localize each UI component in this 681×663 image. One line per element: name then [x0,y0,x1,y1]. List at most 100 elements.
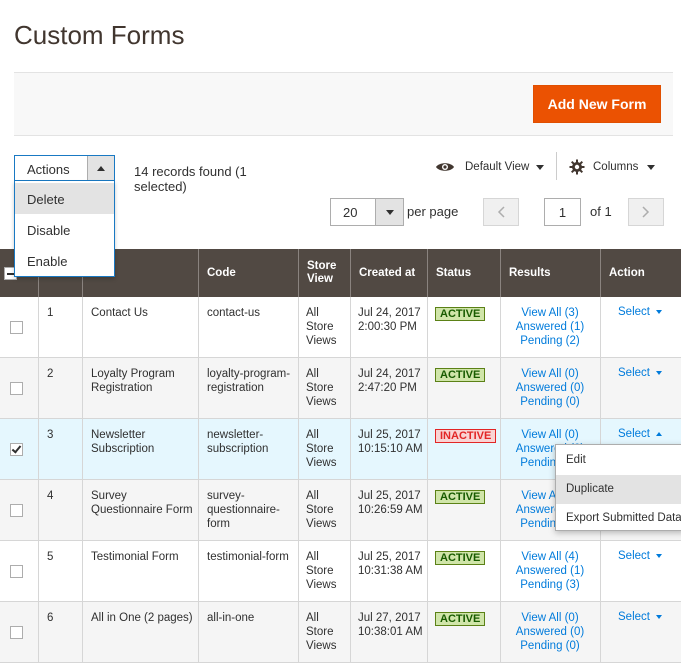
page-title: Custom Forms [14,20,185,50]
row-store-view: All Store Views [306,307,337,347]
answered-link[interactable]: Answered (0) [500,625,600,639]
header-results[interactable]: Results [500,249,600,297]
row-code: testimonial-form [207,551,289,563]
row-code: all-in-one [207,612,255,624]
checkmark-icon [11,443,22,454]
chevron-down-icon[interactable] [375,199,403,225]
table-row: 2 Loyalty Program Registration loyalty-p… [0,358,681,419]
row-id: 3 [47,429,54,441]
status-badge: ACTIVE [435,368,486,382]
chevron-down-icon [655,370,662,375]
pending-link[interactable]: Pending (0) [500,639,600,653]
row-created-at: Jul 24, 2017 2:00:30 PM [358,307,421,333]
status-badge: ACTIVE [435,490,486,504]
row-id: 2 [47,368,54,380]
page-number-input[interactable]: 1 [544,198,581,226]
row-store-view: All Store Views [306,612,337,652]
answered-link[interactable]: Answered (1) [500,320,600,334]
header-code[interactable]: Code [198,249,298,297]
view-all-link[interactable]: View All (0) [500,428,600,442]
action-export-submitted-data[interactable]: Export Submitted Data [556,504,681,533]
row-created-at: Jul 25, 2017 10:15:10 AM [358,429,423,455]
pending-link[interactable]: Pending (3) [500,578,600,592]
row-checkbox[interactable] [10,321,23,334]
per-page-value: 20 [343,205,358,220]
select-label: Select [618,550,650,562]
row-action-select[interactable]: Select [618,367,662,379]
row-action-select[interactable]: Select [618,306,662,318]
view-all-link[interactable]: View All (3) [500,306,600,320]
select-label: Select [618,428,650,440]
divider [556,152,557,180]
view-all-link[interactable]: View All (4) [500,550,600,564]
row-action-select[interactable]: Select [618,611,662,623]
row-checkbox[interactable] [10,382,23,395]
row-store-view: All Store Views [306,368,337,408]
mass-action-disable[interactable]: Disable [15,214,114,245]
row-created-at: Jul 24, 2017 2:47:20 PM [358,368,421,394]
row-checkbox[interactable] [10,565,23,578]
mass-action-delete[interactable]: Delete [15,183,114,214]
row-name: All in One (2 pages) [91,612,193,624]
row-code: loyalty-program-registration [207,368,291,394]
row-code: contact-us [207,307,261,319]
view-all-link[interactable]: View All (0) [500,367,600,381]
row-action-select[interactable]: Select [618,428,662,440]
chevron-left-icon [497,206,505,218]
row-store-view: All Store Views [306,429,337,469]
row-checkbox[interactable] [10,443,23,456]
columns-label: Columns [593,161,639,173]
action-duplicate[interactable]: Duplicate [556,475,681,504]
row-id: 5 [47,551,54,563]
mass-action-enable[interactable]: Enable [15,245,114,276]
columns-dropdown[interactable]: Columns [569,158,656,176]
action-edit[interactable]: Edit [556,446,681,475]
header-created-at[interactable]: Created at [350,249,427,297]
per-page-label: per page [407,204,459,219]
add-new-form-button[interactable]: Add New Form [533,85,661,123]
status-badge: INACTIVE [435,429,497,443]
row-name: Survey Questionnaire Form [91,490,193,516]
table-row: 5 Testimonial Form testimonial-form All … [0,541,681,602]
chevron-down-icon [536,164,545,170]
default-view-label: Default View [465,161,530,173]
status-badge: ACTIVE [435,551,486,565]
chevron-right-icon [642,206,650,218]
select-label: Select [618,367,650,379]
per-page-select[interactable]: 20 [330,198,404,226]
pending-link[interactable]: Pending (0) [500,395,600,409]
chevron-down-icon [647,164,656,170]
mass-actions-label: Actions [27,162,70,177]
records-found-text: 14 records found (1 selected) [134,164,247,194]
row-checkbox[interactable] [10,626,23,639]
default-view-dropdown[interactable]: Default View [435,158,545,176]
header-action: Action [600,249,681,297]
mass-actions-dropdown[interactable]: Actions [14,155,115,181]
chevron-down-icon [655,309,662,314]
header-store-view[interactable]: Store View [298,249,350,297]
eye-icon [436,163,454,171]
row-name: Testimonial Form [91,551,179,563]
row-name: Newsletter Subscription [91,429,155,455]
next-page-button[interactable] [628,198,664,226]
row-checkbox[interactable] [10,504,23,517]
gear-icon [569,159,585,175]
row-created-at: Jul 27, 2017 10:38:01 AM [358,612,423,638]
row-created-at: Jul 25, 2017 10:26:59 AM [358,490,423,516]
status-badge: ACTIVE [435,307,486,321]
row-store-view: All Store Views [306,490,337,530]
answered-link[interactable]: Answered (0) [500,381,600,395]
pending-link[interactable]: Pending (2) [500,334,600,348]
chevron-up-icon[interactable] [87,156,114,180]
view-all-link[interactable]: View All (0) [500,611,600,625]
chevron-down-icon [655,614,662,619]
previous-page-button[interactable] [483,198,519,226]
mass-actions-menu: Delete Disable Enable [14,181,115,277]
row-action-menu: Edit Duplicate Export Submitted Data [555,444,681,531]
answered-link[interactable]: Answered (1) [500,564,600,578]
row-name: Loyalty Program Registration [91,368,175,394]
chevron-up-icon [655,431,662,436]
row-action-select[interactable]: Select [618,550,662,562]
row-name: Contact Us [91,307,148,319]
header-status[interactable]: Status [427,249,500,297]
